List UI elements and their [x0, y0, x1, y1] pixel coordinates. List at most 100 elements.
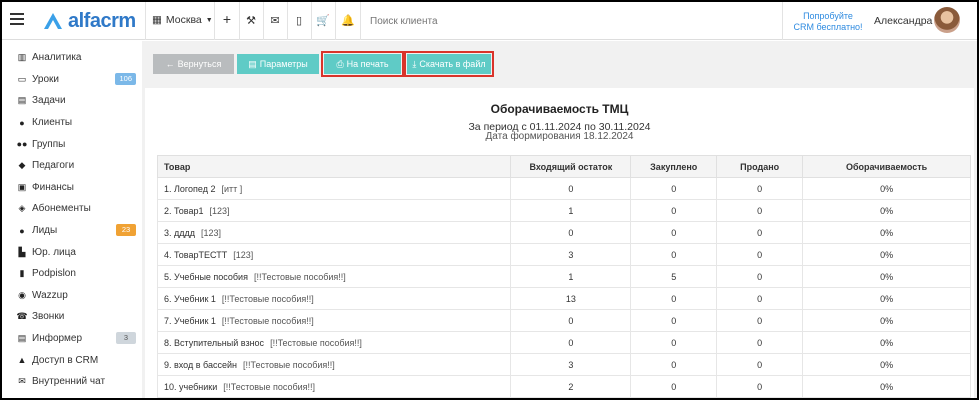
- table-row: 10. учебники [!!Тестовые пособия!!] 2 0 0 0%: [156, 375, 971, 398]
- sidebar-item-calls[interactable]: ☎ Звонки: [2, 306, 142, 328]
- sidebar-item-label: Доступ в CRM: [32, 354, 99, 366]
- table-row: 5. Учебные пособия [!!Тестовые пособия!!]…: [156, 265, 971, 288]
- sold-cell: 0: [716, 331, 804, 354]
- report-generated-date: Дата формирования 18.12.2024: [485, 131, 634, 142]
- turnover-cell: 0%: [802, 265, 971, 288]
- sidebar-item-label: Уроки: [32, 73, 59, 85]
- wrench-icon[interactable]: ⚒: [243, 14, 259, 27]
- sidebar-item-informer[interactable]: ▤ Информер 3: [2, 328, 142, 350]
- incoming-stock-cell: 1: [510, 265, 632, 288]
- cart-icon[interactable]: 🛒: [315, 14, 331, 27]
- sidebar-item-lessons[interactable]: ▭ Уроки 106: [2, 69, 142, 91]
- table-row: 2. Товар1 [123] 1 0 0 0%: [156, 199, 971, 222]
- user-name[interactable]: Александра: [874, 15, 932, 27]
- phone-icon: ☎: [16, 311, 28, 322]
- bought-cell: 0: [630, 309, 718, 332]
- print-button-label: На печать: [346, 59, 389, 69]
- column-header[interactable]: Закуплено: [630, 155, 718, 178]
- print-button[interactable]: ⎙ На печать: [321, 51, 404, 77]
- product-cell: 9. вход в бассейн [!!Тестовые пособия!!]: [156, 353, 512, 376]
- calendar-icon: ▭: [17, 73, 27, 84]
- sidebar-item-finance[interactable]: ▣ Финансы: [2, 177, 142, 199]
- product-category: [123]: [201, 227, 222, 238]
- turnover-cell: 0%: [802, 331, 971, 354]
- product-category: [123]: [233, 249, 254, 260]
- sidebar-item-teachers[interactable]: ◆ Педагоги: [2, 155, 142, 177]
- back-button[interactable]: ← Вернуться: [153, 54, 234, 74]
- product-category: [!!Тестовые пособия!!]: [253, 271, 346, 282]
- incoming-stock-cell: 0: [510, 331, 632, 354]
- bought-cell: 0: [630, 177, 718, 200]
- bought-cell: 0: [630, 353, 718, 376]
- product-category: [итт ]: [221, 183, 243, 194]
- product-category: [!!Тестовые пособия!!]: [242, 359, 335, 370]
- incoming-stock-cell: 13: [510, 287, 632, 310]
- sidebar-item-internal-chat[interactable]: ✉ Внутренний чат: [2, 371, 142, 393]
- product-name: 2. Товар1: [164, 205, 204, 216]
- bought-cell: 0: [630, 375, 718, 398]
- sold-cell: 0: [716, 177, 804, 200]
- incoming-stock-cell: 0: [510, 309, 632, 332]
- product-cell: 7. Учебник 1 [!!Тестовые пособия!!]: [156, 309, 512, 332]
- product-name: 10. учебники: [164, 381, 218, 392]
- mail-icon[interactable]: ✉: [267, 14, 283, 27]
- sidebar-item-podpislon[interactable]: ▮ Podpislon: [2, 263, 142, 285]
- sidebar-item-clients[interactable]: ● Клиенты: [2, 112, 142, 134]
- product-cell: 1. Логопед 2 [итт ]: [156, 177, 512, 200]
- params-button[interactable]: ▤ Параметры: [237, 54, 319, 74]
- sidebar-item-legal-entities[interactable]: ▙ Юр. лица: [2, 241, 142, 263]
- mobile-icon[interactable]: ▯: [291, 14, 307, 27]
- column-header[interactable]: Продано: [716, 155, 804, 178]
- product-name: 8. Вступительный взнос: [164, 337, 265, 348]
- sidebar-item-leads[interactable]: ● Лиды 23: [2, 220, 142, 242]
- envelope-icon: ✉: [18, 376, 26, 387]
- sidebar-item-crm-access[interactable]: ▲ Доступ в CRM: [2, 349, 142, 371]
- download-button-label: Скачать в файл: [419, 59, 486, 69]
- caret-down-icon: ▼: [205, 16, 213, 24]
- bought-cell: 0: [630, 287, 718, 310]
- sidebar-item-analytics[interactable]: ▥ Аналитика: [2, 47, 142, 69]
- sidebar-item-subscriptions[interactable]: ◈ Абонементы: [2, 198, 142, 220]
- sidebar-item-label: Звонки: [32, 311, 65, 323]
- sidebar-item-wazzup[interactable]: ◉ Wazzup: [2, 285, 142, 307]
- sidebar-item-label: Юр. лица: [32, 246, 76, 258]
- incoming-stock-cell: 1: [510, 199, 632, 222]
- document-icon: ▤: [248, 58, 257, 69]
- money-icon: ▣: [17, 181, 27, 192]
- turnover-cell: 0%: [802, 177, 971, 200]
- turnover-cell: 0%: [802, 309, 971, 332]
- sidebar-item-tasks[interactable]: ▤ Задачи: [2, 90, 142, 112]
- bought-cell: 0: [630, 243, 718, 266]
- logo[interactable]: alfacrm: [42, 9, 136, 33]
- file-icon: ▮: [19, 268, 25, 279]
- trial-link[interactable]: Попробуйте CRM бесплатно!: [788, 11, 868, 33]
- back-button-label: Вернуться: [177, 59, 222, 69]
- incoming-stock-cell: 3: [510, 243, 632, 266]
- table-row: 9. вход в бассейн [!!Тестовые пособия!!] 3…: [156, 353, 971, 376]
- table-row: 8. Вступительный взнос [!!Тестовые пособи…: [156, 331, 971, 354]
- bell-icon[interactable]: 🔔: [340, 14, 356, 27]
- sold-cell: 0: [716, 199, 804, 222]
- download-icon: ⤓: [412, 58, 417, 69]
- table-row: 4. ТоварТЕСТТ [123] 3 0 0 0%: [156, 243, 971, 266]
- bought-cell: 0: [630, 331, 718, 354]
- product-name: 7. Учебник 1: [164, 315, 216, 326]
- column-header[interactable]: Входящий остаток: [510, 155, 632, 178]
- avatar[interactable]: [934, 7, 960, 33]
- column-header[interactable]: Товар: [156, 155, 512, 178]
- sidebar-item-groups[interactable]: ●● Группы: [2, 133, 142, 155]
- city-selector[interactable]: ▦ Москва ▼: [152, 14, 213, 26]
- sidebar-item-label: Финансы: [32, 181, 74, 193]
- search-input[interactable]: [364, 10, 664, 32]
- product-category: [!!Тестовые пособия!!]: [221, 315, 314, 326]
- sidebar-item-label: Внутренний чат: [32, 376, 106, 388]
- sold-cell: 0: [716, 243, 804, 266]
- product-name: 4. ТоварТЕСТТ: [164, 249, 228, 260]
- download-button[interactable]: ⤓ Скачать в файл: [404, 51, 494, 77]
- sidebar-item-label: Wazzup: [32, 289, 68, 301]
- sidebar-item-label: Podpislon: [32, 268, 76, 280]
- column-header[interactable]: Оборачиваемость: [802, 155, 971, 178]
- menu-icon[interactable]: [10, 13, 24, 25]
- plus-icon[interactable]: +: [219, 11, 235, 27]
- graduation-cap-icon: ◆: [18, 160, 26, 171]
